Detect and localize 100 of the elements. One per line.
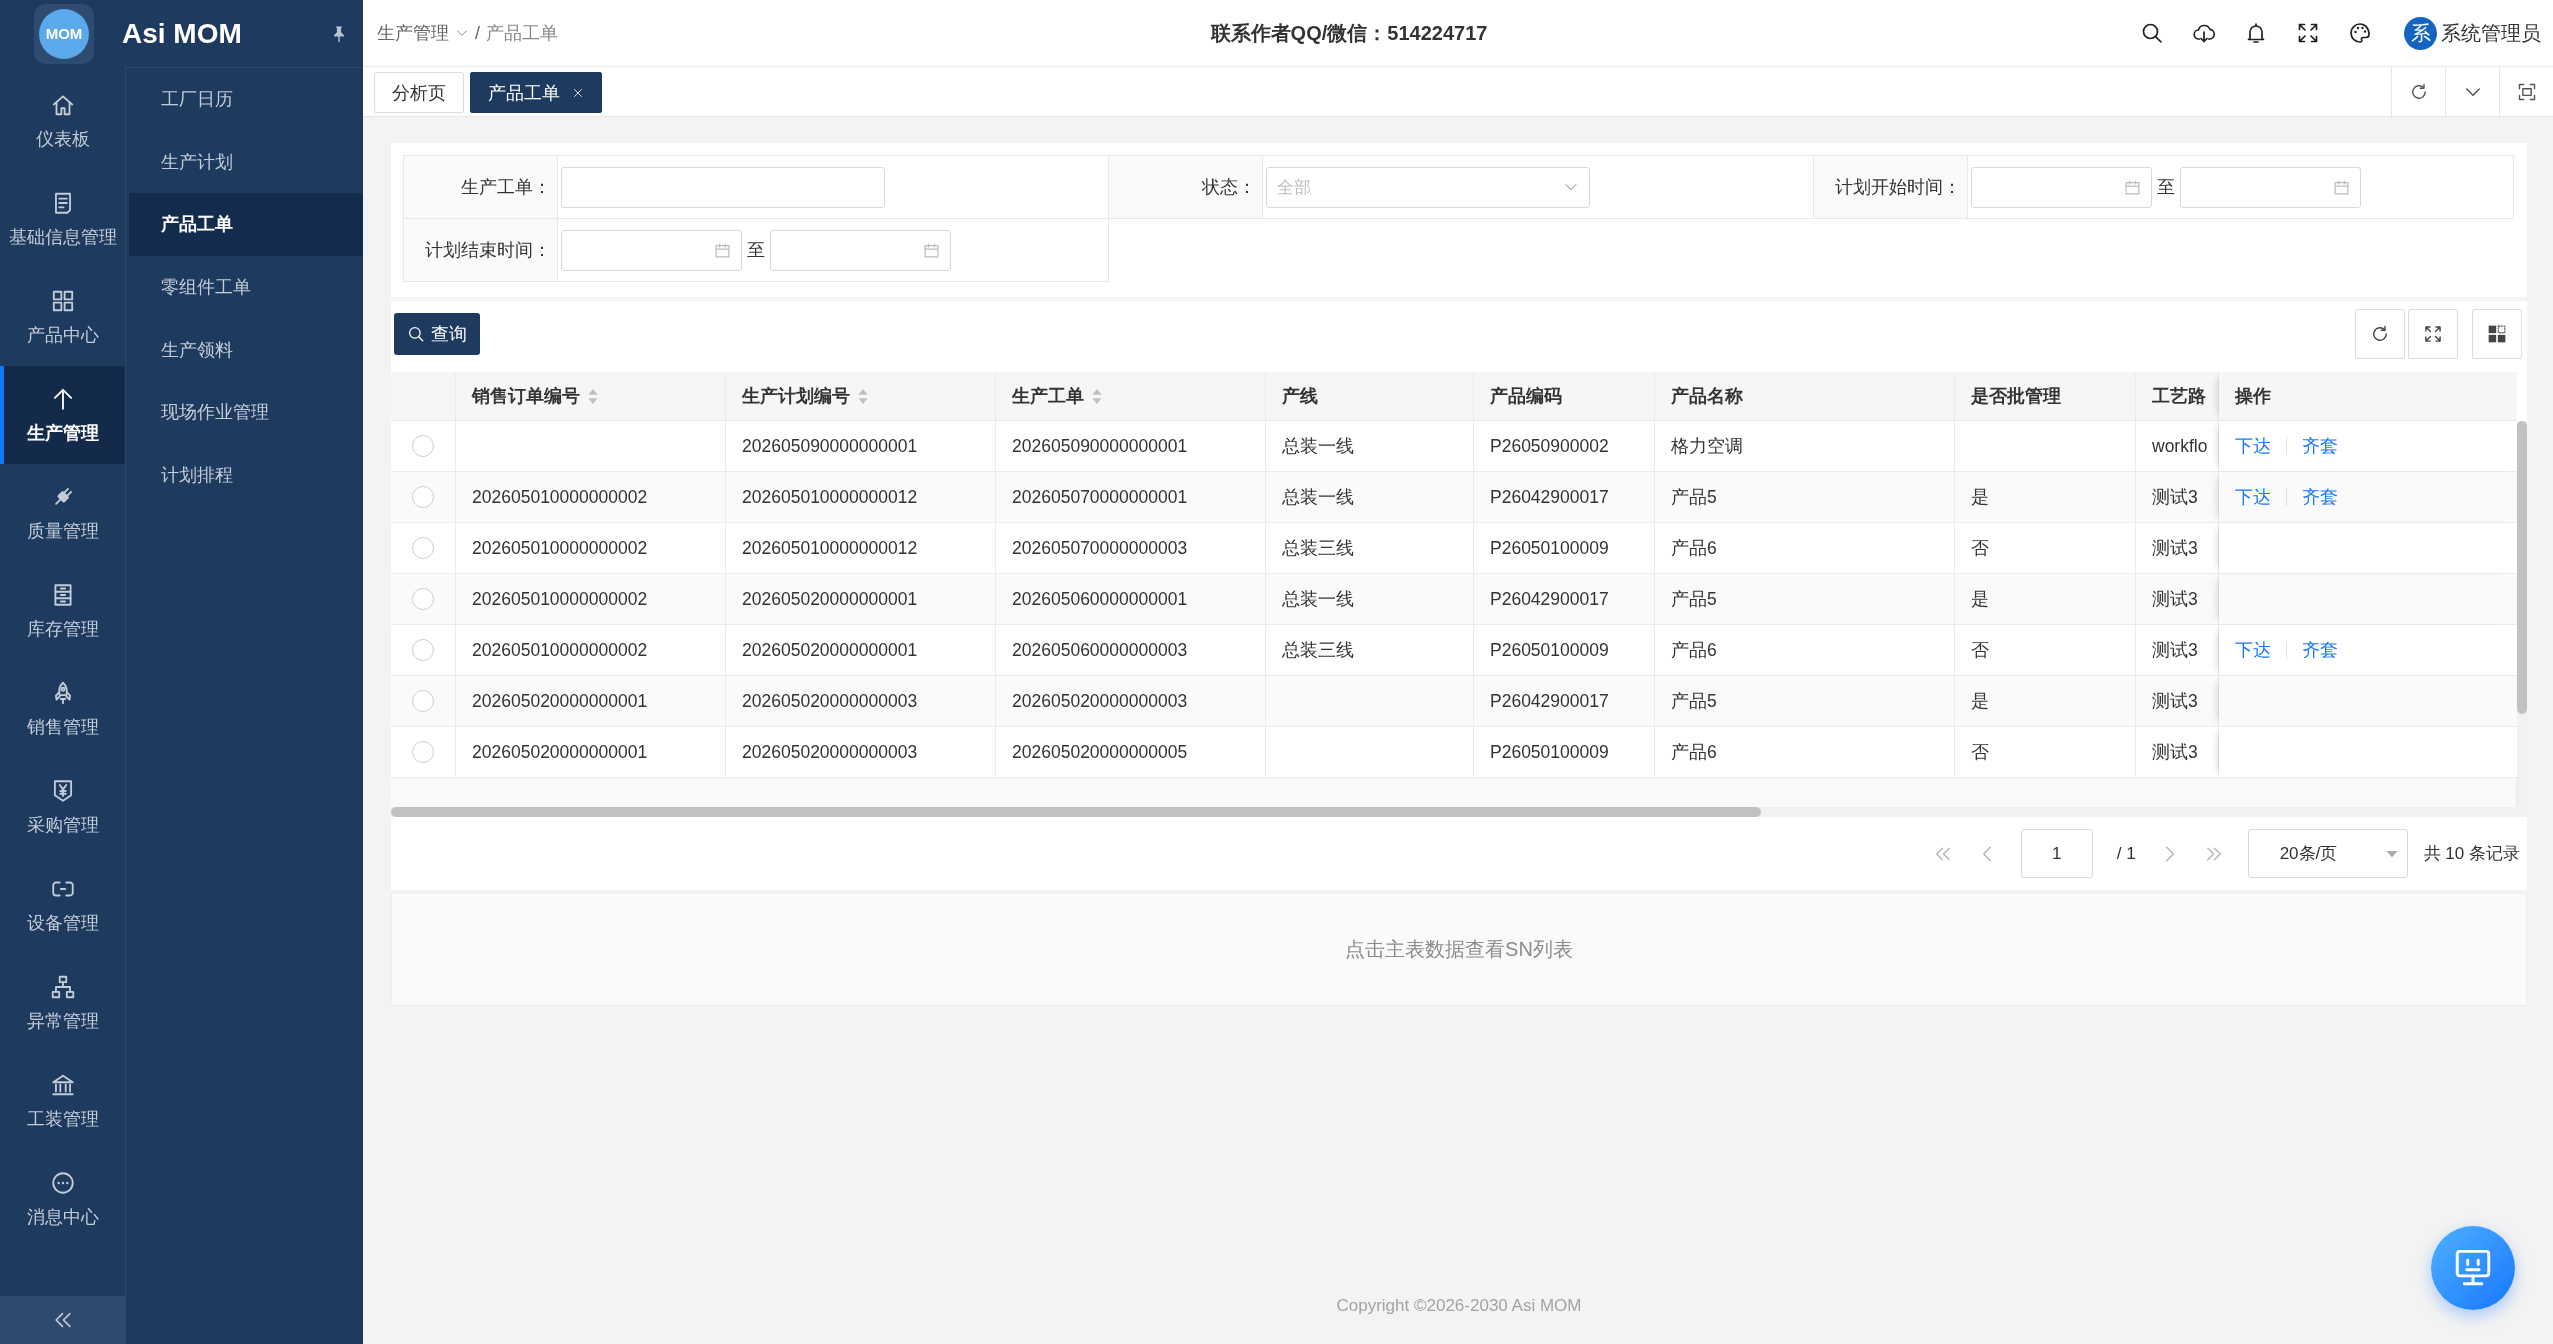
range-separator: 至: [747, 239, 765, 262]
sidebar-item[interactable]: 库存管理: [0, 562, 125, 660]
layout-button[interactable]: [2472, 309, 2522, 359]
column-header: 产品编码: [1490, 385, 1562, 408]
logo: MOM: [34, 3, 94, 64]
query-button[interactable]: 查询: [394, 313, 480, 355]
field-label: 计划结束时间：: [404, 219, 557, 281]
action-link[interactable]: 下达: [2235, 638, 2271, 662]
table-cell: 202605070000000003: [996, 523, 1266, 574]
close-icon[interactable]: [572, 86, 584, 99]
table-cell: 测试3: [2136, 625, 2219, 676]
floating-button[interactable]: [2431, 1226, 2515, 1310]
breadcrumb-separator: /: [475, 22, 480, 44]
date-field[interactable]: [1971, 166, 2152, 208]
date-field[interactable]: [770, 229, 951, 271]
sidebar-item[interactable]: 质量管理: [0, 464, 125, 562]
scrollbar-thumb[interactable]: [391, 807, 1761, 817]
table-cell: 是: [1955, 472, 2136, 523]
table-cell: 202605010000000002: [456, 523, 726, 574]
user-name[interactable]: 系统管理员: [2441, 19, 2541, 47]
column-header: 工艺路: [2152, 385, 2206, 408]
radio-button[interactable]: [412, 435, 434, 457]
sidebar-item[interactable]: 设备管理: [0, 856, 125, 954]
range-separator: 至: [2157, 176, 2175, 199]
column-header[interactable]: 销售订单编号: [472, 384, 598, 408]
refresh-button[interactable]: [2355, 309, 2405, 359]
table-cell: 202605010000000012: [726, 523, 996, 574]
submenu-item[interactable]: 零组件工单: [129, 255, 363, 319]
table-cell: 产品5: [1655, 472, 1955, 523]
column-header: 产品名称: [1671, 385, 1743, 408]
table-cell: 产品6: [1655, 625, 1955, 676]
table-cell: 测试3: [2136, 676, 2219, 727]
sidebar-item[interactable]: 异常管理: [0, 954, 125, 1052]
table-cell: 总装一线: [1266, 574, 1474, 625]
table-cell: 测试3: [2136, 472, 2219, 523]
calendar-icon: [923, 241, 940, 259]
sidebar-item[interactable]: 产品中心: [0, 268, 125, 366]
table-cell: workflo: [2136, 421, 2219, 472]
fullscreen-icon[interactable]: [2296, 21, 2320, 45]
table-cell: 202605070000000001: [996, 472, 1266, 523]
table-cell: 202605060000000003: [996, 625, 1266, 676]
submenu-item[interactable]: 生产计划: [129, 130, 363, 194]
radio-button[interactable]: [412, 588, 434, 610]
table-cell: P26042900017: [1474, 676, 1655, 727]
fullscreen-button[interactable]: [2408, 309, 2458, 359]
submenu-item[interactable]: 计划排程: [129, 443, 363, 507]
table-cell: 202605020000000003: [726, 676, 996, 727]
calendar-icon: [2333, 178, 2350, 196]
scrollbar-thumb[interactable]: [2517, 421, 2527, 714]
sidebar-item[interactable]: 销售管理: [0, 660, 125, 758]
submenu-item[interactable]: 生产领料: [129, 318, 363, 381]
action-link[interactable]: 下达: [2235, 485, 2271, 509]
table-cell: 202605020000000003: [996, 676, 1266, 727]
input-field[interactable]: [561, 166, 885, 208]
column-header[interactable]: 生产计划编号: [742, 384, 868, 408]
table-cell: P26050900002: [1474, 421, 1655, 472]
page-size-select[interactable]: 20条/页: [2247, 829, 2408, 878]
submenu-item[interactable]: 现场作业管理: [129, 380, 363, 444]
action-link[interactable]: 齐套: [2302, 434, 2338, 458]
sidebar-item[interactable]: 消息中心: [0, 1150, 125, 1248]
radio-button[interactable]: [412, 639, 434, 661]
column-header[interactable]: 生产工单: [1012, 384, 1102, 408]
search-icon[interactable]: [2140, 21, 2164, 45]
table-cell: 测试3: [2136, 574, 2219, 625]
tab[interactable]: 产品工单: [470, 72, 602, 113]
date-field[interactable]: [561, 229, 742, 271]
column-header: 操作: [2235, 385, 2271, 408]
breadcrumb-current: 产品工单: [486, 22, 558, 45]
palette-icon[interactable]: [2348, 21, 2372, 45]
app-title: Asi MOM: [122, 17, 242, 50]
table-cell: 是: [1955, 574, 2136, 625]
action-link[interactable]: 下达: [2235, 434, 2271, 458]
date-field[interactable]: [2180, 166, 2361, 208]
avatar: 系: [2404, 16, 2437, 50]
action-link[interactable]: 齐套: [2302, 485, 2338, 509]
table-cell: 202605020000000001: [456, 676, 726, 727]
collapse-button[interactable]: [0, 1296, 125, 1344]
radio-button[interactable]: [412, 690, 434, 712]
sidebar-item[interactable]: 生产管理: [0, 366, 125, 464]
field-label: 生产工单：: [404, 156, 557, 218]
table-cell: 是: [1955, 676, 2136, 727]
radio-button[interactable]: [412, 537, 434, 559]
org-chart-icon: [49, 973, 76, 1000]
sidebar-item[interactable]: 采购管理: [0, 758, 125, 856]
submenu-item[interactable]: 产品工单: [129, 193, 363, 256]
table-cell: 202605020000000001: [456, 727, 726, 778]
sidebar-item[interactable]: 基础信息管理: [0, 170, 125, 268]
sidebar-item[interactable]: 仪表板: [0, 72, 125, 170]
sidebar-item[interactable]: 工装管理: [0, 1052, 125, 1150]
sort-icon: [858, 387, 868, 405]
calendar-icon: [714, 241, 731, 259]
table-cell: 产品6: [1655, 523, 1955, 574]
tab[interactable]: 分析页: [374, 72, 464, 113]
action-link[interactable]: 齐套: [2302, 638, 2338, 662]
radio-button[interactable]: [412, 741, 434, 763]
column-header: 是否批管理: [1971, 385, 2061, 408]
submenu-item[interactable]: 工厂日历: [129, 68, 363, 131]
breadcrumb-link[interactable]: 生产管理: [377, 21, 449, 45]
radio-button[interactable]: [412, 486, 434, 508]
page-input[interactable]: 1: [2020, 829, 2093, 878]
